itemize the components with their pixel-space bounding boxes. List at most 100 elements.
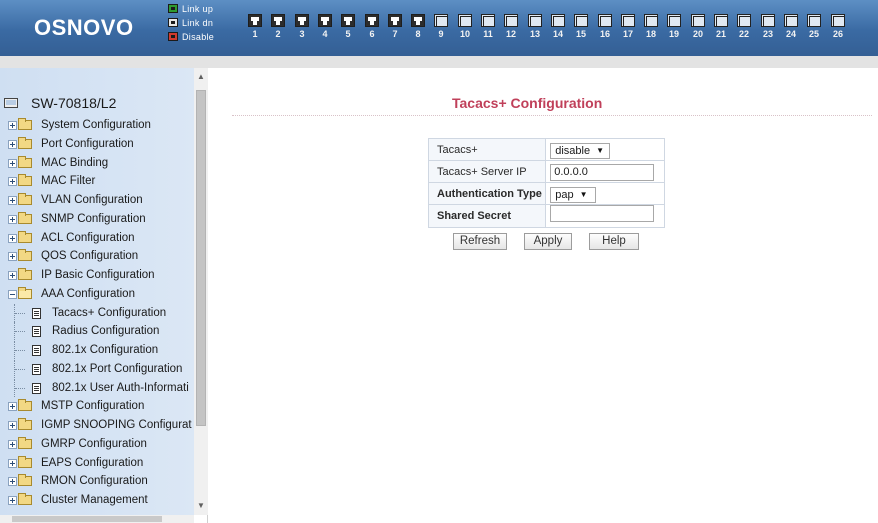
port-26-indicator[interactable]: 26 [831, 14, 845, 39]
vertical-scrollbar[interactable]: ▲ ▼ [194, 68, 208, 515]
tree-item-snmp-configuration[interactable]: SNMP Configuration [8, 210, 146, 228]
scroll-thumb[interactable] [196, 90, 206, 426]
folder-icon [18, 193, 32, 205]
tree-item-mac-binding[interactable]: MAC Binding [8, 154, 108, 172]
switch-icon [4, 98, 18, 108]
tree-item-mstp-configuration[interactable]: MSTP Configuration [8, 397, 144, 415]
expand-icon[interactable] [8, 195, 17, 205]
port-11-indicator[interactable]: 11 [481, 14, 495, 39]
legend-label: Link up [182, 3, 214, 14]
server-ip-input[interactable]: 0.0.0.0 [550, 164, 655, 181]
scroll-thumb[interactable] [12, 516, 162, 522]
port-15-indicator[interactable]: 15 [574, 14, 588, 39]
tree-item-802-1x-configuration[interactable]: 802.1x Configuration [14, 341, 158, 359]
port-2-indicator[interactable]: 2 [271, 14, 285, 39]
port-6-indicator[interactable]: 6 [365, 14, 379, 39]
expand-icon[interactable] [8, 439, 17, 449]
port-number: 4 [322, 29, 328, 39]
tacacs-select[interactable]: disable ▼ [550, 142, 611, 159]
port-19-indicator[interactable]: 19 [667, 14, 681, 39]
top-banner: OSNOVO Link up Link dn Disable 123456789… [0, 0, 878, 56]
document-icon [32, 363, 41, 375]
port-12-indicator[interactable]: 12 [504, 14, 518, 39]
auth-type-select[interactable]: pap ▼ [550, 186, 597, 203]
tree-item-system-configuration[interactable]: System Configuration [8, 116, 151, 134]
horizontal-scrollbar[interactable] [0, 515, 194, 523]
expand-icon[interactable] [8, 476, 17, 486]
port-5-indicator[interactable]: 5 [341, 14, 355, 39]
port-icon [831, 14, 845, 27]
port-20-indicator[interactable]: 20 [691, 14, 705, 39]
port-icon [341, 14, 355, 27]
port-icon [737, 14, 751, 27]
folder-icon [18, 493, 32, 505]
expand-icon[interactable] [8, 495, 17, 505]
apply-button[interactable]: Apply [524, 233, 572, 250]
tree-item-cluster-management[interactable]: Cluster Management [8, 491, 148, 509]
tree-item-label: GMRP Configuration [41, 438, 147, 450]
tree-item-vlan-configuration[interactable]: VLAN Configuration [8, 191, 143, 209]
expand-icon[interactable] [8, 458, 17, 468]
port-25-indicator[interactable]: 25 [807, 14, 821, 39]
port-icon [504, 14, 518, 27]
tree-item-802-1x-user-auth-informati[interactable]: 802.1x User Auth-Informati [14, 379, 189, 397]
port-21-indicator[interactable]: 21 [714, 14, 728, 39]
tree-item-gmrp-configuration[interactable]: GMRP Configuration [8, 435, 147, 453]
expand-icon[interactable] [8, 120, 17, 130]
help-button[interactable]: Help [589, 233, 639, 250]
expand-icon[interactable] [8, 176, 17, 186]
legend-label: Link dn [182, 17, 214, 28]
tree-item-aaa-configuration[interactable]: AAA Configuration [8, 285, 135, 303]
port-8-indicator[interactable]: 8 [411, 14, 425, 39]
tree-item-mac-filter[interactable]: MAC Filter [8, 172, 95, 190]
expand-icon[interactable] [8, 420, 17, 430]
folder-icon [18, 212, 32, 224]
port-icon [481, 14, 495, 27]
port-14-indicator[interactable]: 14 [551, 14, 565, 39]
expand-icon[interactable] [8, 233, 17, 243]
tree-item-tacacs-configuration[interactable]: Tacacs+ Configuration [14, 304, 166, 322]
expand-icon[interactable] [8, 158, 17, 168]
tree-item-qos-configuration[interactable]: QOS Configuration [8, 247, 138, 265]
expand-icon[interactable] [8, 270, 17, 280]
port-3-indicator[interactable]: 3 [295, 14, 309, 39]
expand-icon[interactable] [8, 401, 17, 411]
expand-icon[interactable] [8, 214, 17, 224]
legend-label: Disable [182, 31, 215, 42]
port-22-indicator[interactable]: 22 [737, 14, 751, 39]
port-17-indicator[interactable]: 17 [621, 14, 635, 39]
tree-item-acl-configuration[interactable]: ACL Configuration [8, 229, 135, 247]
port-number: 25 [808, 29, 819, 39]
port-number: 22 [738, 29, 749, 39]
port-4-indicator[interactable]: 4 [318, 14, 332, 39]
scroll-up-icon[interactable]: ▲ [194, 70, 208, 84]
tree-item-radius-configuration[interactable]: Radius Configuration [14, 322, 159, 340]
scroll-down-icon[interactable]: ▼ [194, 499, 208, 513]
port-1-indicator[interactable]: 1 [248, 14, 262, 39]
tree-item-label: MAC Filter [41, 175, 96, 187]
expand-icon[interactable] [8, 139, 17, 149]
port-16-indicator[interactable]: 16 [598, 14, 612, 39]
shared-secret-input[interactable] [550, 205, 655, 222]
port-23-indicator[interactable]: 23 [761, 14, 775, 39]
tree-item-port-configuration[interactable]: Port Configuration [8, 135, 134, 153]
tree-item-eaps-configuration[interactable]: EAPS Configuration [8, 454, 143, 472]
port-10-indicator[interactable]: 10 [458, 14, 472, 39]
tree-item-802-1x-port-configuration[interactable]: 802.1x Port Configuration [14, 360, 182, 378]
tree-root[interactable]: SW-70818/L2 [4, 95, 116, 111]
port-24-indicator[interactable]: 24 [784, 14, 798, 39]
tree-item-rmon-configuration[interactable]: RMON Configuration [8, 472, 148, 490]
port-18-indicator[interactable]: 18 [644, 14, 658, 39]
port-icon [551, 14, 565, 27]
expand-icon[interactable] [8, 251, 17, 261]
tree-item-label: MSTP Configuration [41, 400, 145, 412]
port-7-indicator[interactable]: 7 [388, 14, 402, 39]
refresh-button[interactable]: Refresh [453, 233, 507, 250]
tree-item-label: VLAN Configuration [41, 194, 143, 206]
collapse-icon[interactable] [8, 289, 17, 299]
tree-item-igmp-snooping-configurat[interactable]: IGMP SNOOPING Configurat [8, 416, 192, 434]
tree-item-label: Radius Configuration [52, 325, 160, 337]
port-13-indicator[interactable]: 13 [528, 14, 542, 39]
port-9-indicator[interactable]: 9 [434, 14, 448, 39]
tree-item-ip-basic-configuration[interactable]: IP Basic Configuration [8, 266, 155, 284]
